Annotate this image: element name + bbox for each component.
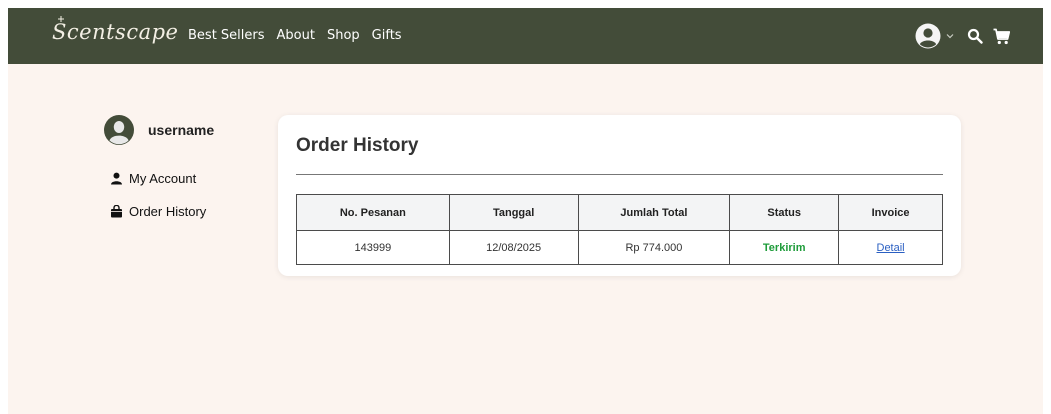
- sidebar-item-label: Order History: [129, 204, 207, 219]
- order-date: 12/08/2025: [448, 230, 579, 265]
- orders-table: No. Pesanan Tanggal Jumlah Total Status …: [296, 194, 943, 265]
- sidebar-item-order-history[interactable]: Order History: [110, 204, 206, 219]
- shopping-bag-icon: [111, 205, 122, 218]
- sidebar-item-my-account[interactable]: My Account: [110, 171, 196, 186]
- invoice-detail-link[interactable]: Detail: [877, 242, 905, 254]
- table-row: 143999 12/08/2025 Rp 774.000 Terkirim De…: [296, 230, 943, 265]
- column-header-invoice: Invoice: [838, 194, 943, 231]
- avatar: [104, 115, 134, 145]
- profile: username: [104, 114, 264, 146]
- top-navbar: Scentscape Best Sellers About Shop Gifts: [8, 8, 1043, 64]
- column-header-order-no: No. Pesanan: [296, 194, 450, 231]
- main-nav: Best Sellers About Shop Gifts: [188, 28, 402, 43]
- cart-icon[interactable]: [993, 28, 1010, 45]
- page-title: Order History: [296, 135, 419, 156]
- nav-link-shop[interactable]: Shop: [327, 28, 360, 43]
- account-sidebar: username My Account Order History: [104, 114, 264, 219]
- search-icon[interactable]: [967, 28, 983, 44]
- order-history-card: Order History No. Pesanan Tanggal Jumlah…: [278, 115, 961, 276]
- user-icon: [111, 172, 122, 185]
- column-header-date: Tanggal: [448, 194, 579, 231]
- nav-link-best-sellers[interactable]: Best Sellers: [188, 28, 265, 43]
- table-header-row: No. Pesanan Tanggal Jumlah Total Status …: [296, 194, 943, 231]
- brand-logo[interactable]: Scentscape: [52, 20, 178, 44]
- nav-icons: [915, 22, 1010, 50]
- page-frame: Scentscape Best Sellers About Shop Gifts: [8, 8, 1043, 414]
- nav-link-gifts[interactable]: Gifts: [372, 28, 402, 43]
- column-header-status: Status: [729, 194, 840, 231]
- title-divider: [296, 174, 943, 175]
- nav-link-about[interactable]: About: [277, 28, 315, 43]
- order-number: 143999: [296, 230, 450, 265]
- invoice-cell: Detail: [838, 230, 943, 265]
- order-total: Rp 774.000: [577, 230, 731, 265]
- account-icon[interactable]: [915, 23, 941, 49]
- sidebar-item-label: My Account: [129, 171, 197, 186]
- username: username: [148, 122, 215, 138]
- column-header-total: Jumlah Total: [577, 194, 731, 231]
- status-badge: Terkirim: [729, 230, 840, 265]
- chevron-down-icon[interactable]: [945, 31, 955, 41]
